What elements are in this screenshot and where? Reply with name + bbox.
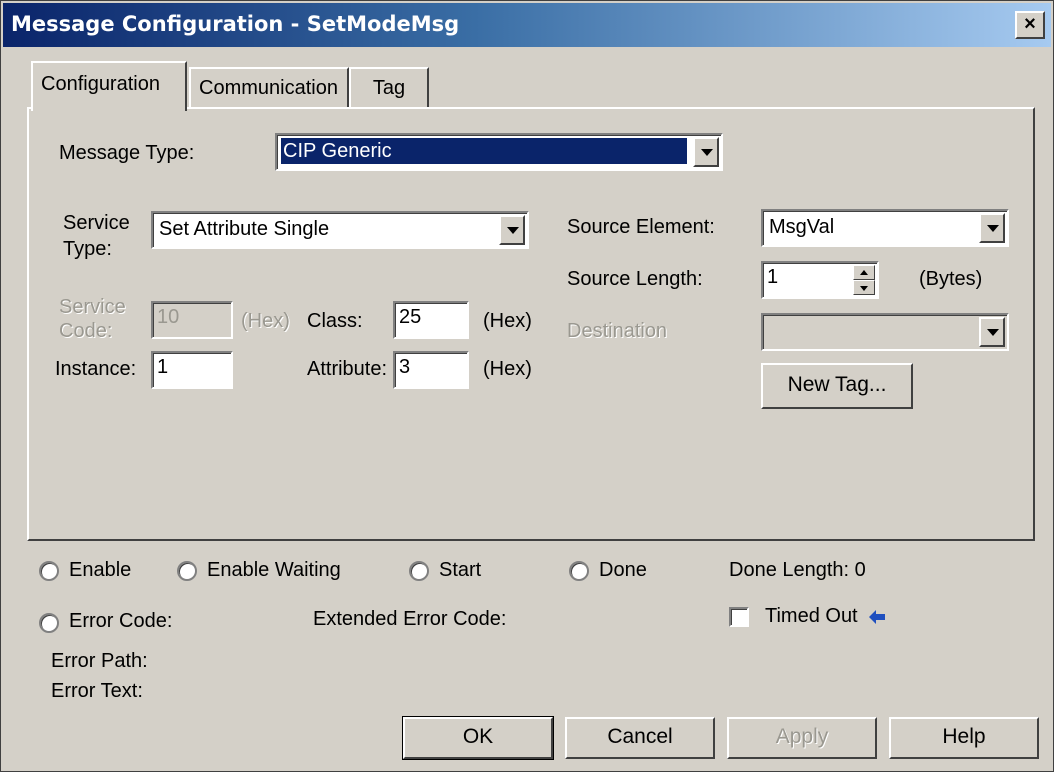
chevron-down-icon[interactable]	[979, 213, 1005, 243]
timed-out-label: Timed Out	[765, 605, 858, 627]
spin-down-icon[interactable]	[853, 280, 875, 295]
enable-waiting-radio-icon	[177, 561, 197, 581]
apply-button: Apply	[727, 717, 877, 759]
tab-communication-label: Communication	[199, 77, 338, 99]
error-code-radio-icon	[39, 613, 59, 633]
timed-out-checkbox[interactable]	[729, 607, 749, 627]
new-tag-button[interactable]: New Tag...	[761, 363, 913, 409]
apply-label: Apply	[775, 725, 829, 748]
close-button[interactable]: ×	[1015, 11, 1045, 39]
start-radio-icon	[409, 561, 429, 581]
message-type-label: Message Type:	[59, 142, 195, 164]
window-title: Message Configuration - SetModeMsg	[11, 12, 460, 36]
attribute-input[interactable]: 3	[393, 351, 469, 389]
error-path-label: Error Path:	[51, 650, 148, 672]
source-length-unit: (Bytes)	[919, 268, 983, 290]
tab-communication[interactable]: Communication	[189, 67, 349, 109]
help-button[interactable]: Help	[889, 717, 1039, 759]
ok-button[interactable]: OK	[402, 716, 554, 760]
done-label: Done	[599, 559, 647, 581]
attribute-value: 3	[399, 356, 411, 378]
chevron-down-icon[interactable]	[499, 215, 525, 245]
error-code-label: Error Code:	[69, 610, 173, 632]
enable-radio-icon	[39, 561, 59, 581]
cancel-button[interactable]: Cancel	[565, 717, 715, 759]
arrow-left-icon	[869, 610, 885, 624]
service-type-label-line2: Type:	[63, 238, 112, 260]
message-configuration-dialog: Message Configuration - SetModeMsg × Com…	[0, 0, 1054, 772]
start-label: Start	[439, 559, 482, 581]
help-label: Help	[942, 725, 986, 748]
enable-waiting-label: Enable Waiting	[207, 559, 341, 581]
class-unit: (Hex)	[483, 310, 532, 332]
message-type-select[interactable]: CIP Generic	[275, 133, 723, 171]
source-length-value: 1	[767, 266, 779, 288]
service-code-input: 10	[151, 301, 233, 339]
instance-input[interactable]: 1	[151, 351, 233, 389]
service-code-label-line1: Service	[59, 296, 126, 318]
tab-configuration[interactable]: Configuration	[31, 61, 187, 111]
service-code-value: 10	[157, 306, 180, 328]
destination-label: Destination	[567, 320, 668, 342]
spinner[interactable]	[853, 265, 875, 295]
service-code-label-line2: Code:	[59, 320, 113, 342]
source-length-label: Source Length:	[567, 268, 703, 290]
service-type-value: Set Attribute Single	[159, 218, 330, 240]
destination-select	[761, 313, 1009, 351]
source-length-stepper[interactable]: 1	[761, 261, 879, 299]
title-bar[interactable]: Message Configuration - SetModeMsg ×	[3, 3, 1051, 47]
spin-up-icon[interactable]	[853, 265, 875, 280]
message-type-value: CIP Generic	[281, 138, 687, 164]
service-code-unit: (Hex)	[241, 310, 290, 332]
ok-label: OK	[462, 725, 494, 748]
tab-configuration-label: Configuration	[41, 73, 160, 95]
attribute-label: Attribute:	[307, 358, 388, 380]
instance-value: 1	[157, 356, 169, 378]
enable-label: Enable	[69, 559, 132, 581]
chevron-down-icon	[979, 317, 1005, 347]
new-tag-label: New Tag...	[787, 373, 887, 396]
attribute-unit: (Hex)	[483, 358, 532, 380]
source-element-label: Source Element:	[567, 216, 715, 238]
class-label: Class:	[307, 310, 363, 332]
done-radio-icon	[569, 561, 589, 581]
service-type-label-line1: Service	[63, 212, 130, 234]
destination-value	[767, 318, 973, 344]
tab-tag-label: Tag	[372, 77, 406, 99]
cancel-label: Cancel	[607, 725, 673, 748]
service-type-select[interactable]: Set Attribute Single	[151, 211, 529, 249]
extended-error-code-label: Extended Error Code:	[313, 608, 507, 630]
class-input[interactable]: 25	[393, 301, 469, 339]
chevron-down-icon[interactable]	[693, 137, 719, 167]
source-element-select[interactable]: MsgVal	[761, 209, 1009, 247]
tab-tag[interactable]: Tag	[349, 67, 429, 109]
source-element-value: MsgVal	[769, 216, 835, 238]
error-text-label: Error Text:	[51, 680, 143, 702]
instance-label: Instance:	[55, 358, 137, 380]
close-icon: ×	[1024, 13, 1036, 35]
class-value: 25	[399, 306, 422, 328]
done-length-label: Done Length: 0	[729, 559, 866, 581]
